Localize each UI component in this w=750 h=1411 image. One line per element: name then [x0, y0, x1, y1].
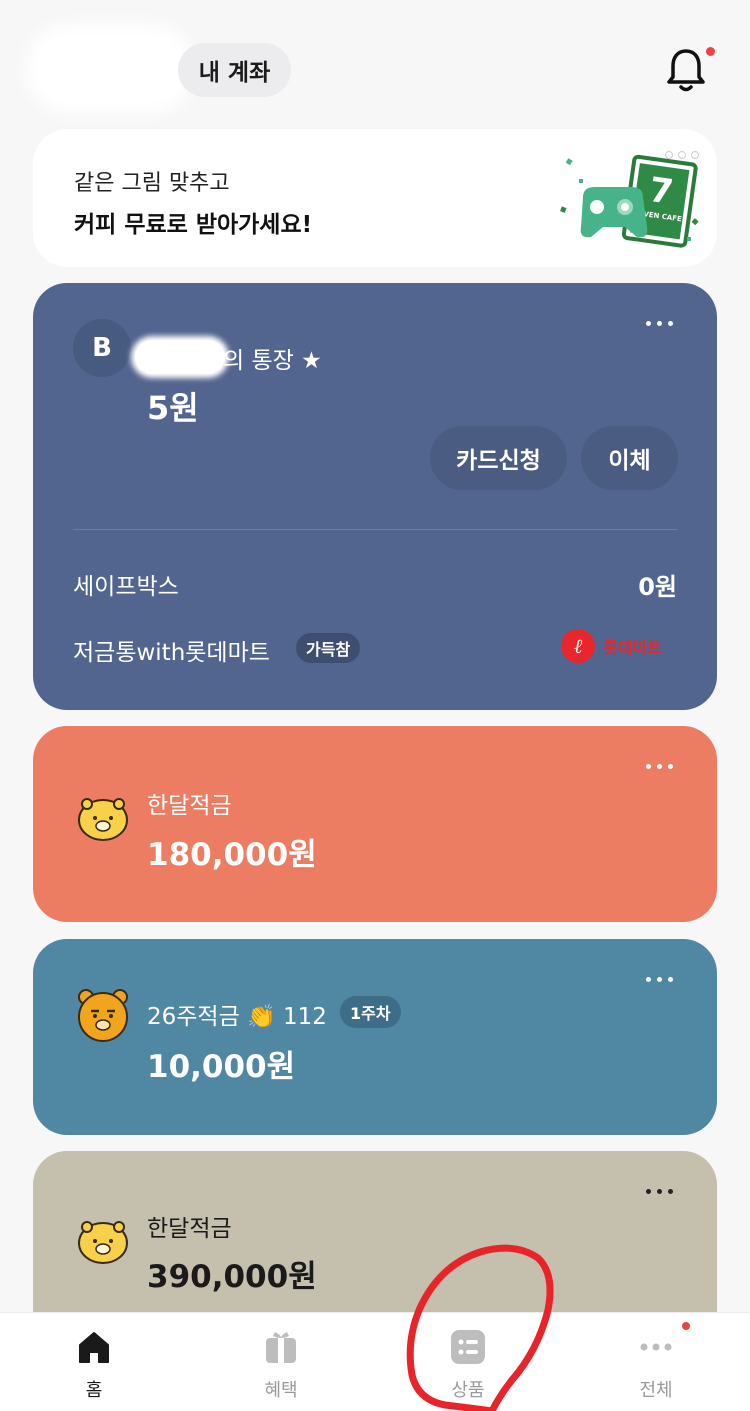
promo-banner[interactable]: 같은 그림 맞추고 커피 무료로 받아가세요! 7 SEVEN CAFE — [33, 129, 717, 267]
bottom-tab-bar: 홈 혜택 상품 전체 — [0, 1312, 750, 1411]
lotte-mart-text: 롯데마트 — [603, 638, 662, 657]
more-dots-icon — [640, 1343, 672, 1351]
savings-card[interactable]: 한달적금 180,000원 — [33, 726, 717, 922]
banner-title: 커피 무료로 받아가세요! — [74, 212, 313, 238]
tab-products[interactable]: 상품 — [408, 1313, 528, 1411]
savings-title: 26주적금 👏 112 — [147, 1004, 327, 1030]
seven-cafe-game-illustration: 7 SEVEN CAFE — [560, 154, 699, 248]
my-account-button[interactable]: 내 계좌 — [178, 43, 291, 97]
banner-subtitle: 같은 그림 맞추고 — [74, 171, 230, 196]
savings-card[interactable]: 26주적금 👏 112 1주차 10,000원 — [33, 939, 717, 1135]
piggy-bank-status-badge: 가득참 — [296, 633, 361, 663]
tab-all-notification-dot — [682, 1322, 690, 1330]
lotte-mart-logo: ℓ 롯데마트 — [561, 629, 662, 663]
apeach-character-icon — [78, 798, 128, 841]
bank-logo-icon: B — [73, 319, 131, 377]
transfer-button[interactable]: 이체 — [581, 426, 678, 490]
account-balance: 5원 — [147, 389, 199, 427]
header: 내 계좌 — [0, 0, 750, 130]
notification-bell-icon[interactable] — [664, 46, 708, 94]
savings-amount: 180,000원 — [147, 837, 317, 873]
safebox-value: 0원 — [638, 573, 677, 601]
redacted-username — [40, 38, 180, 100]
savings-amount: 10,000원 — [147, 1049, 296, 1085]
redacted-account-owner — [135, 340, 225, 374]
tab-home[interactable]: 홈 — [34, 1313, 154, 1411]
piggy-bank-label[interactable]: 저금통with롯데마트 — [73, 633, 270, 667]
more-options-icon[interactable] — [646, 977, 673, 982]
product-list-icon — [451, 1330, 485, 1364]
main-account-card[interactable]: B 의 통장 ★ 5원 카드신청 이체 세이프박스 0원 저금통with롯데마트… — [33, 283, 717, 710]
week-badge: 1주차 — [340, 996, 401, 1028]
tab-all[interactable]: 전체 — [596, 1313, 716, 1411]
tab-benefits[interactable]: 혜택 — [221, 1313, 341, 1411]
tab-label: 전체 — [639, 1380, 673, 1401]
savings-title: 한달적금 — [147, 1216, 232, 1242]
more-options-icon[interactable] — [646, 1189, 673, 1194]
tab-label: 홈 — [85, 1380, 103, 1401]
tab-label: 혜택 — [264, 1380, 298, 1401]
savings-title: 한달적금 — [147, 793, 232, 819]
gift-icon — [266, 1332, 296, 1363]
account-name: 의 통장 ★ — [223, 348, 322, 374]
card-apply-button[interactable]: 카드신청 — [430, 426, 567, 490]
more-options-icon[interactable] — [646, 764, 673, 769]
divider — [73, 529, 677, 530]
notification-dot — [706, 47, 715, 56]
apeach-character-icon — [78, 1221, 128, 1264]
savings-amount: 390,000원 — [147, 1259, 317, 1295]
ryan-character-icon — [78, 989, 128, 1042]
banner-pager — [665, 151, 699, 159]
tab-label: 상품 — [451, 1380, 485, 1401]
more-options-icon[interactable] — [646, 321, 673, 326]
home-icon — [79, 1332, 109, 1363]
lotte-icon: ℓ — [561, 629, 595, 663]
safebox-label[interactable]: 세이프박스 — [73, 567, 179, 601]
